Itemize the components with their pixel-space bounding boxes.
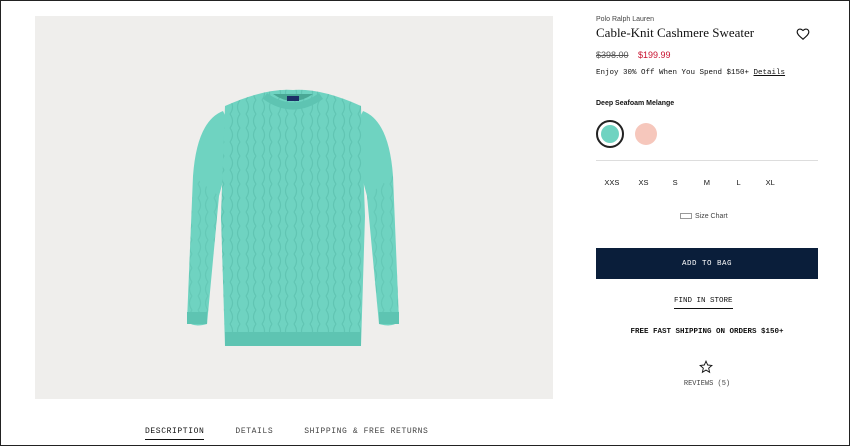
star-icon[interactable] [699,360,713,374]
divider [596,160,818,161]
reviews-link[interactable]: REVIEWS (5) [596,380,818,388]
tab-description[interactable]: DESCRIPTION [145,427,205,440]
sweater-illustration [187,89,399,347]
original-price: $398.00 [596,50,629,60]
size-chart-label: Size Chart [695,213,728,220]
size-option-xs[interactable]: XS [628,178,660,187]
size-option-m[interactable]: M [691,178,723,187]
find-in-store-link[interactable]: FIND IN STORE [674,297,733,309]
sale-price: $199.99 [638,50,671,60]
size-option-s[interactable]: S [659,178,691,187]
swatch-deep-seafoam[interactable] [596,120,624,148]
promo-text: Enjoy 30% Off When You Spend $150+ [596,69,754,77]
tab-shipping-returns[interactable]: SHIPPING & FREE RETURNS [304,427,428,440]
swatch-pink[interactable] [632,120,660,148]
add-to-bag-button[interactable]: ADD TO BAG [596,248,818,279]
size-option-xl[interactable]: XL [754,178,786,187]
selected-color-name: Deep Seafoam Melange [596,100,675,107]
product-image[interactable] [35,16,553,399]
product-tabs: DESCRIPTION DETAILS SHIPPING & FREE RETU… [145,427,459,440]
product-title: Cable-Knit Cashmere Sweater [596,25,755,40]
swatch-dot [601,125,619,143]
size-option-l[interactable]: L [723,178,755,187]
promo-message: Enjoy 30% Off When You Spend $150+ Detai… [596,69,785,77]
tab-details[interactable]: DETAILS [235,427,273,440]
size-chart-link[interactable]: Size Chart [680,213,728,220]
ruler-icon [680,213,692,220]
size-option-xxs[interactable]: XXS [596,178,628,187]
heart-icon[interactable] [796,27,810,41]
shipping-message: FREE FAST SHIPPING ON ORDERS $150+ [630,328,784,336]
swatch-dot [635,123,657,145]
size-selector: XXS XS S M L XL [596,178,786,187]
promo-details-link[interactable]: Details [754,69,786,77]
brand-name[interactable]: Polo Ralph Lauren [596,16,654,23]
